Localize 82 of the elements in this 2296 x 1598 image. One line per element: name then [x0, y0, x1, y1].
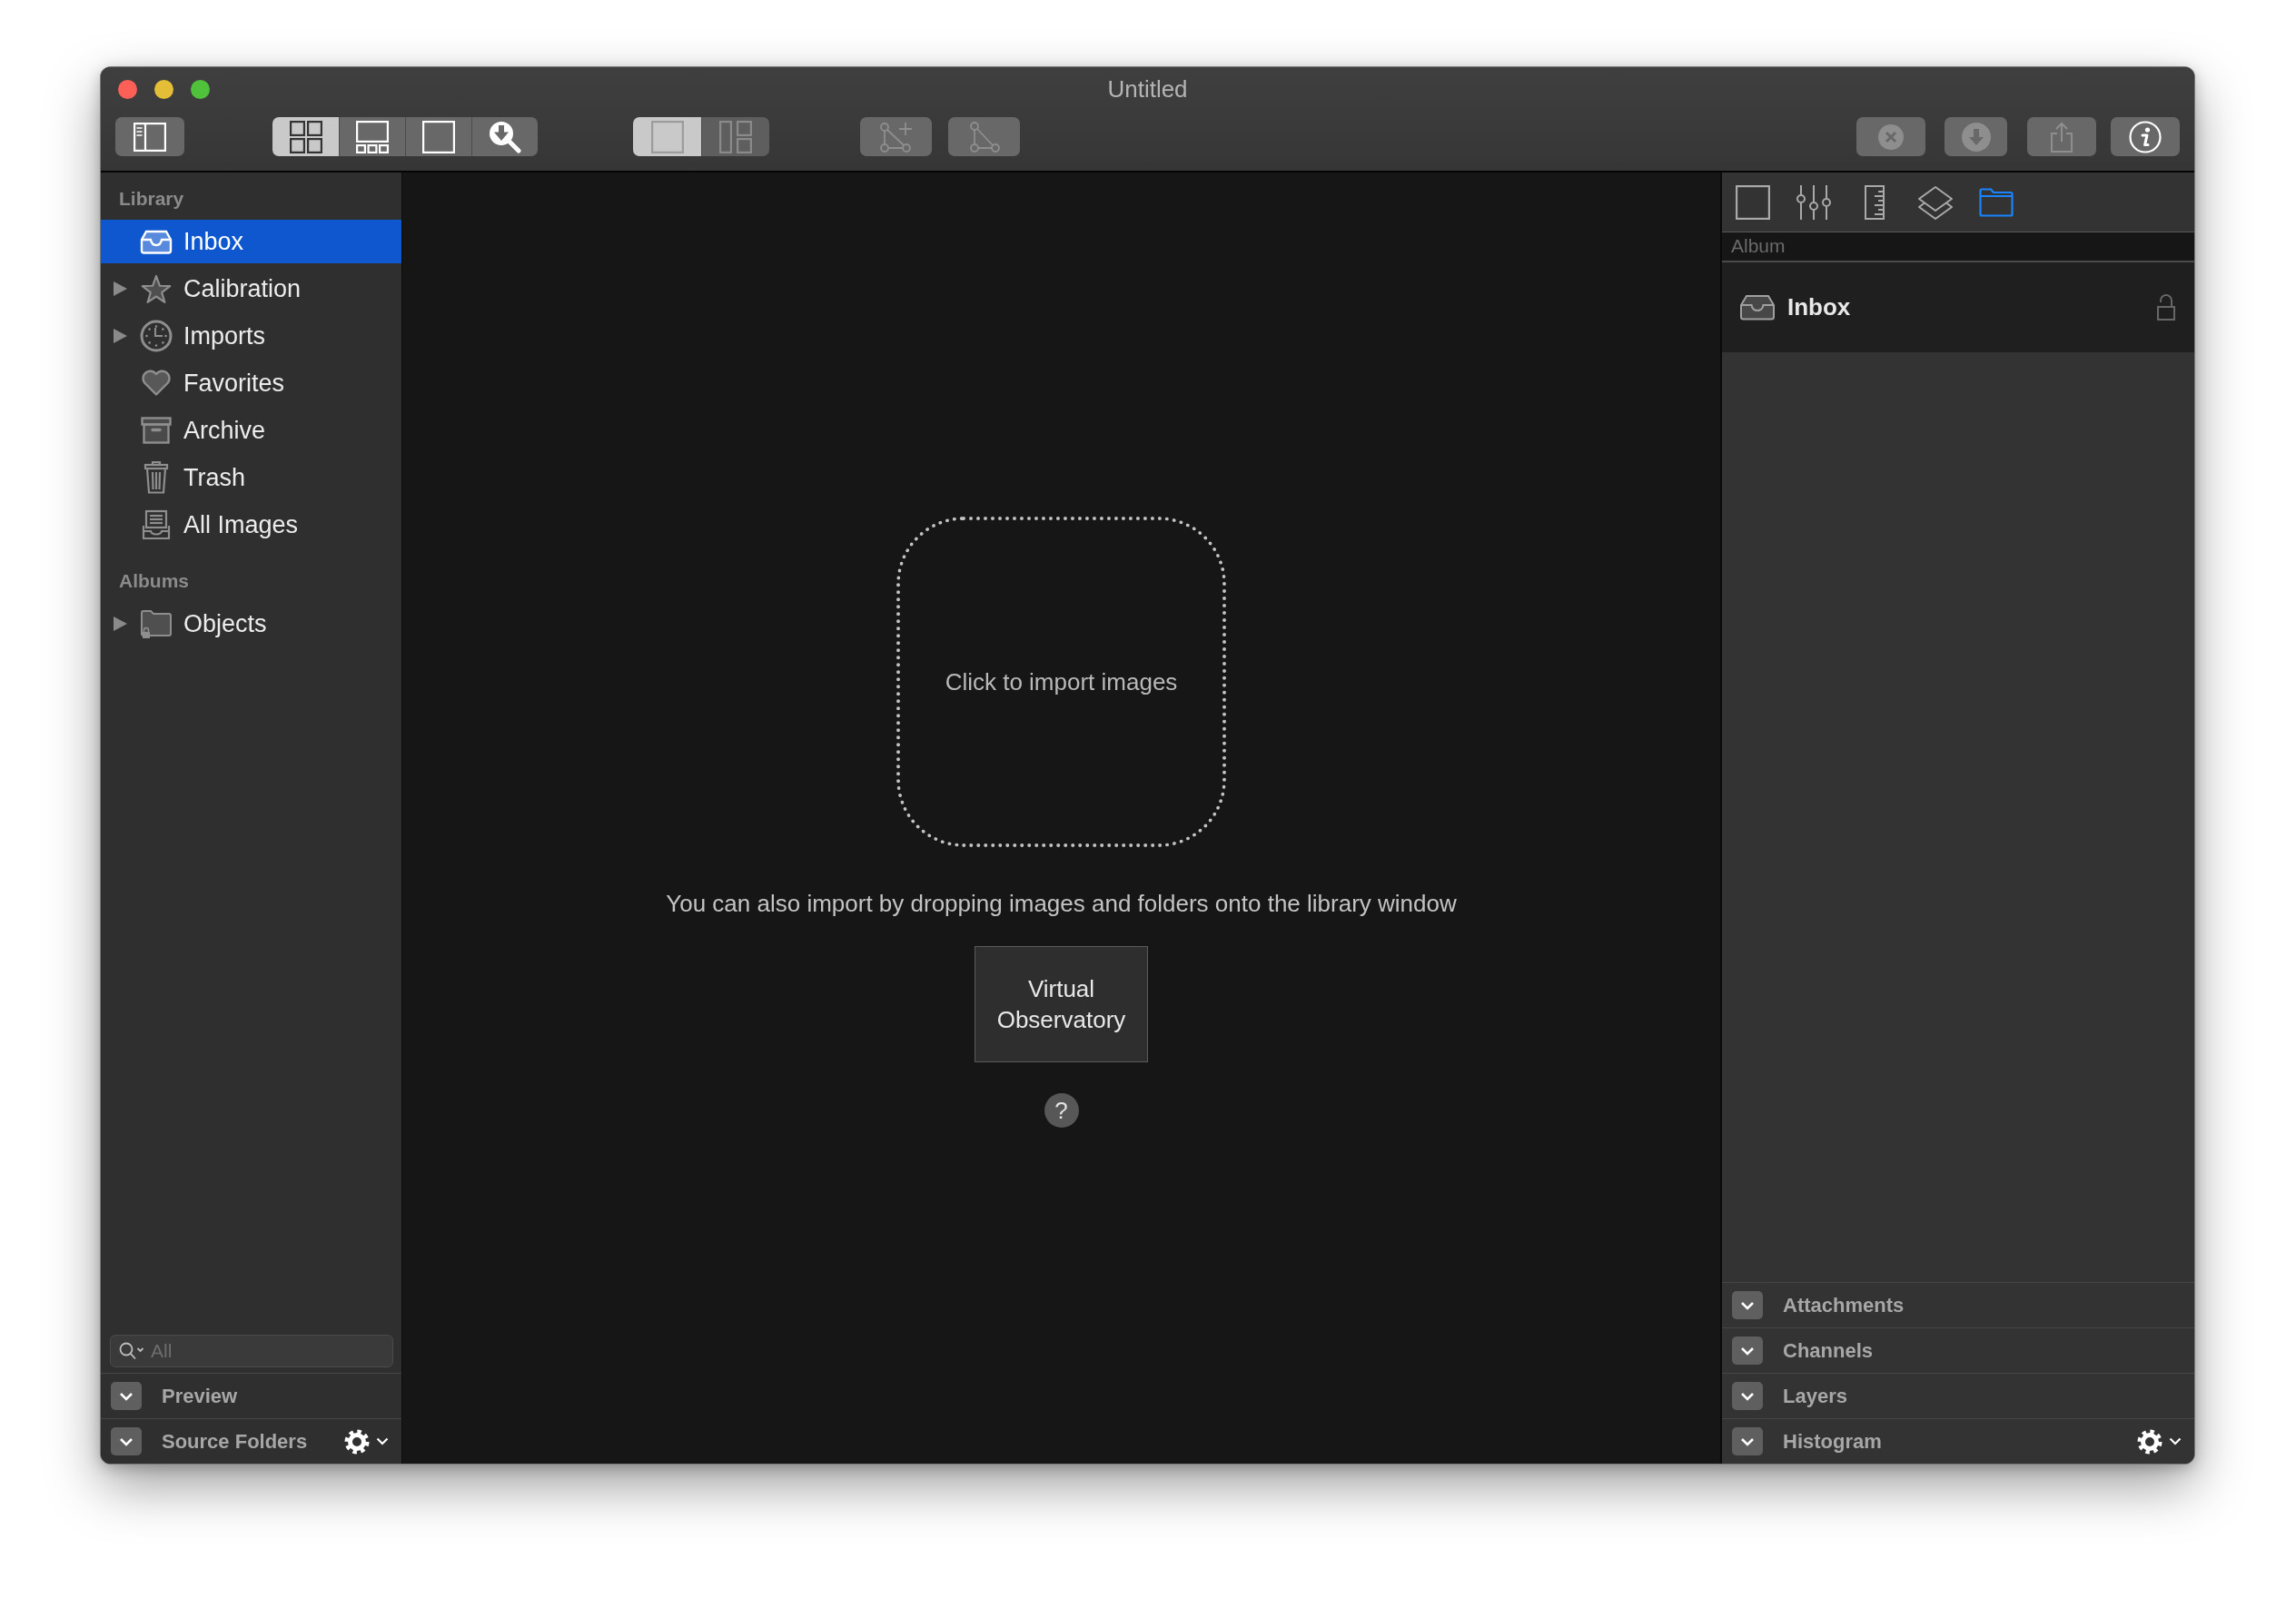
download-icon [1961, 122, 1991, 152]
sidebar-item[interactable]: All Images [101, 503, 401, 547]
caret-icon [376, 1437, 389, 1445]
sidebar-item[interactable]: Imports [101, 314, 401, 358]
minimize-window-button[interactable] [154, 79, 173, 99]
disclosure-triangle-icon[interactable] [114, 617, 127, 631]
toolbar-button[interactable] [2111, 117, 2180, 156]
search-icon [119, 1342, 146, 1360]
disclosure-triangle-icon[interactable] [114, 281, 127, 296]
chevron-icon [119, 1436, 134, 1446]
view-mode-button[interactable] [405, 117, 471, 156]
sidebar-item[interactable]: Favorites [101, 361, 401, 405]
star-icon [140, 273, 173, 304]
sliders-icon [1796, 184, 1831, 220]
panel-title: Source Folders [162, 1429, 309, 1454]
disclosure-triangle-icon[interactable] [114, 329, 127, 343]
clock-icon [140, 320, 173, 352]
triangle-icon [967, 120, 1001, 153]
virtual-observatory-button[interactable]: Virtual Observatory [975, 946, 1148, 1062]
folder-icon [1979, 187, 2014, 217]
chevron-icon [1740, 1346, 1755, 1356]
triangle-plus-icon [877, 120, 915, 153]
sidebar-item[interactable]: Inbox [101, 220, 401, 263]
sidebar-icon [134, 122, 166, 152]
ruler-icon [1865, 184, 1885, 220]
grid-icon [289, 120, 322, 153]
view-mode-button[interactable] [272, 117, 339, 156]
import-hint: You can also import by dropping images and folders onto the library window [666, 889, 1457, 918]
disclosure-button[interactable] [111, 1382, 142, 1410]
panel-title: Preview [162, 1384, 239, 1408]
split-layout-icon [719, 120, 752, 153]
trash-icon [144, 461, 169, 494]
archive-box-icon [141, 417, 172, 444]
inbox-tray-icon [1739, 294, 1776, 321]
disclosure-button[interactable] [1732, 1337, 1763, 1365]
padlock-icon[interactable] [2157, 294, 2175, 321]
gear-menu-button[interactable] [344, 1428, 389, 1455]
chevron-icon [119, 1391, 134, 1401]
disclosure-button[interactable] [111, 1427, 142, 1455]
close-window-button[interactable] [118, 79, 137, 99]
inbox-tray-icon [140, 229, 173, 254]
disclosure-button[interactable] [1732, 1382, 1763, 1410]
chevron-icon [1740, 1436, 1755, 1446]
close-icon [1878, 123, 1904, 150]
sidebar-item[interactable]: Calibration [101, 267, 401, 311]
sidebar-item[interactable]: Archive [101, 409, 401, 452]
panel-title: Channels [1783, 1338, 1875, 1363]
locked-folder-icon [140, 608, 173, 639]
view-mode-button[interactable] [339, 117, 405, 156]
view-mode-button[interactable] [471, 117, 538, 156]
heart-icon [141, 370, 172, 397]
help-button[interactable]: ? [1044, 1093, 1079, 1128]
sidebar-item[interactable]: Trash [101, 456, 401, 499]
disclosure-button[interactable] [1732, 1291, 1763, 1319]
zoom-icon [489, 120, 521, 153]
section-header: Albums [118, 569, 190, 593]
filmstrip-icon [356, 120, 389, 153]
zoom-window-button[interactable] [191, 79, 210, 99]
sidebar-item[interactable]: Objects [101, 602, 401, 646]
gear-icon [344, 1428, 370, 1455]
album-header: Album [1722, 232, 2194, 262]
square-icon [650, 120, 684, 153]
square-icon [1736, 184, 1770, 220]
panel-title: Layers [1783, 1384, 1848, 1408]
chevron-icon [1740, 1391, 1755, 1401]
panel-title: Histogram [1783, 1429, 1883, 1454]
import-drop-zone[interactable]: Click to import images [896, 517, 1226, 847]
window-title: Untitled [1107, 74, 1188, 104]
caret-icon [2169, 1437, 2182, 1445]
section-header: Library [118, 187, 185, 211]
gear-icon [2137, 1428, 2162, 1455]
layers-icon [1917, 184, 1954, 220]
sidebar-toggle-button[interactable] [115, 117, 184, 156]
album-name: Inbox [1787, 293, 1851, 321]
chevron-icon [1740, 1300, 1755, 1310]
panel-title: Attachments [1783, 1293, 1905, 1317]
disclosure-button[interactable] [1732, 1427, 1763, 1455]
share-icon [2051, 121, 2073, 153]
document-tray-icon [142, 509, 171, 540]
square-icon [422, 120, 455, 153]
info-icon [2129, 120, 2162, 153]
gear-menu-button[interactable] [2137, 1428, 2182, 1455]
